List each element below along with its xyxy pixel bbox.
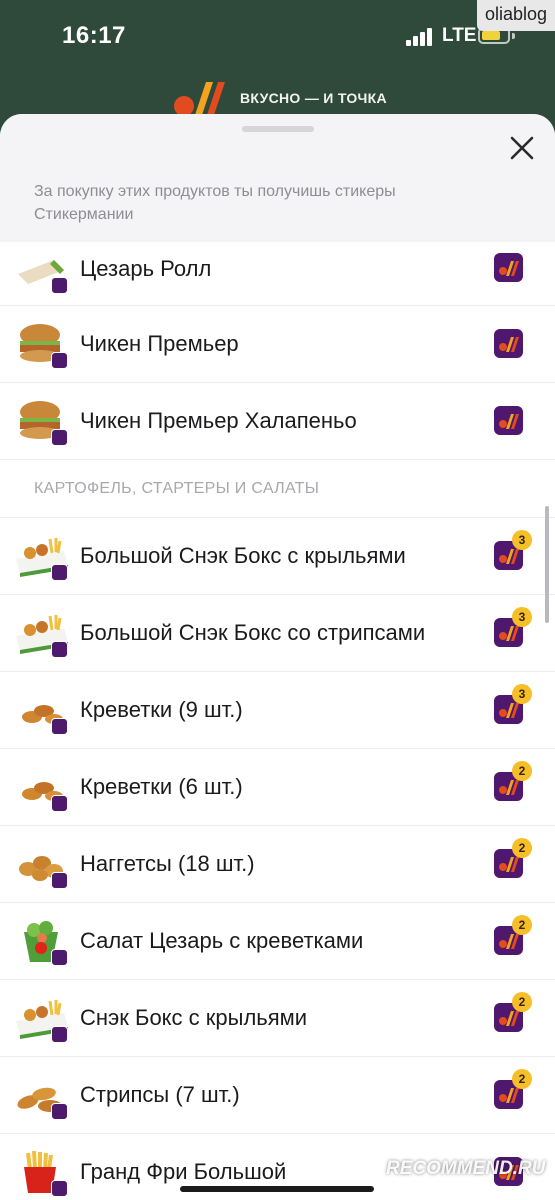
product-name: Цезарь Ролл	[80, 256, 212, 281]
home-indicator	[180, 1186, 374, 1192]
sticker-icon: 3	[494, 607, 532, 647]
network-type: LTE	[442, 25, 477, 46]
vkusno-logo-icon	[499, 337, 519, 352]
product-name: Гранд Фри Большой	[80, 1159, 287, 1184]
sheet-description: За покупку этих продуктов ты получишь ст…	[34, 183, 396, 223]
product-name: Наггетсы (18 шт.)	[80, 851, 255, 876]
product-row[interactable]: Креветки (9 шт.) 3	[0, 672, 555, 749]
brand-slogan: ВКУСНО — И ТОЧКА	[240, 90, 387, 106]
sticker-icon: 2	[494, 838, 532, 878]
status-bar: 16:17 LTE oliablog	[0, 0, 555, 70]
sticker-mini-icon	[51, 1026, 68, 1043]
product-row[interactable]: Стрипсы (7 шт.) 2	[0, 1057, 555, 1134]
sticker-count-badge: 2	[512, 1069, 532, 1089]
product-row[interactable]: Чикен Премьер Халапеньо	[0, 383, 555, 460]
product-row[interactable]: Цезарь Ролл	[0, 242, 555, 306]
sticker-icon: 3	[494, 530, 532, 570]
sticker-icon	[494, 406, 523, 435]
sticker-icon: 2	[494, 915, 532, 955]
product-name: Снэк Бокс с крыльями	[80, 1005, 308, 1030]
product-row[interactable]: Большой Снэк Бокс с крыльями 3	[0, 518, 555, 595]
product-name: Большой Снэк Бокс с крыльями	[80, 543, 406, 568]
product-image	[14, 1149, 70, 1197]
sticker-mini-icon	[51, 1103, 68, 1120]
sticker-icon: 2	[494, 761, 532, 801]
section-header: КАРТОФЕЛЬ, СТАРТЕРЫ И САЛАТЫ	[0, 460, 555, 518]
product-image	[14, 398, 70, 446]
product-name: Креветки (9 шт.)	[80, 697, 243, 722]
cellular-signal-icon	[406, 28, 436, 46]
product-name: Чикен Премьер Халапеньо	[80, 408, 357, 433]
product-name: Большой Снэк Бокс со стрипсами	[80, 620, 426, 645]
product-image	[14, 533, 70, 581]
product-image	[14, 764, 70, 812]
sticker-icon: 2	[494, 1069, 532, 1109]
product-image	[14, 918, 70, 966]
sticker-mini-icon	[51, 352, 68, 369]
sticker-mini-icon	[51, 641, 68, 658]
product-row[interactable]: Большой Снэк Бокс со стрипсами 3	[0, 595, 555, 672]
sticker-count-badge: 2	[512, 915, 532, 935]
product-row[interactable]: Креветки (6 шт.) 2	[0, 749, 555, 826]
sticker-count-badge: 3	[512, 607, 532, 627]
sticker-icon	[494, 329, 523, 358]
brand-header: ВКУСНО — И ТОЧКА	[0, 70, 555, 118]
product-row[interactable]: Чикен Премьер	[0, 306, 555, 383]
sheet-header: За покупку этих продуктов ты получишь ст…	[0, 114, 555, 242]
section-title: КАРТОФЕЛЬ, СТАРТЕРЫ И САЛАТЫ	[34, 480, 320, 497]
sticker-mini-icon	[51, 949, 68, 966]
product-image	[14, 610, 70, 658]
product-name: Чикен Премьер	[80, 331, 239, 356]
sticker-mini-icon	[51, 1180, 68, 1197]
product-image	[14, 841, 70, 889]
product-image	[14, 321, 70, 369]
product-name: Креветки (6 шт.)	[80, 774, 243, 799]
product-row[interactable]: Наггетсы (18 шт.) 2	[0, 826, 555, 903]
stickers-bottom-sheet: За покупку этих продуктов ты получишь ст…	[0, 114, 555, 1200]
product-image	[14, 687, 70, 735]
sticker-count-badge: 2	[512, 992, 532, 1012]
sticker-count-badge: 3	[512, 530, 532, 550]
sticker-count-badge: 2	[512, 761, 532, 781]
close-button[interactable]	[506, 132, 538, 164]
product-row[interactable]: Снэк Бокс с крыльями 2	[0, 980, 555, 1057]
sticker-mini-icon	[51, 718, 68, 735]
watermark-top: oliablog	[476, 0, 555, 31]
brand-logo-icon	[174, 82, 225, 118]
product-image	[14, 1072, 70, 1120]
sticker-mini-icon	[51, 564, 68, 581]
sticker-count-badge: 3	[512, 684, 532, 704]
sticker-icon	[494, 253, 523, 282]
vkusno-logo-icon	[499, 414, 519, 429]
product-row[interactable]: Салат Цезарь с креветками 2	[0, 903, 555, 980]
scrollbar[interactable]	[545, 506, 549, 623]
sheet-grabber[interactable]	[242, 126, 314, 132]
sticker-mini-icon	[51, 276, 68, 294]
sticker-icon: 2	[494, 992, 532, 1032]
product-list-top: Цезарь Ролл Чикен Премьер Чикен Премьер Ха…	[0, 242, 555, 460]
product-list-section: Большой Снэк Бокс с крыльями 3 Большой Снэ…	[0, 518, 555, 1200]
sticker-count-badge: 2	[512, 838, 532, 858]
product-image	[14, 995, 70, 1043]
product-image	[14, 246, 70, 294]
watermark-bottom: RECOMMEND.RU	[386, 1158, 546, 1179]
close-icon	[510, 136, 534, 160]
vkusno-logo-icon	[499, 261, 519, 276]
sticker-mini-icon	[51, 872, 68, 889]
clock: 16:17	[62, 22, 126, 49]
sticker-mini-icon	[51, 429, 68, 446]
product-name: Стрипсы (7 шт.)	[80, 1082, 240, 1107]
product-name: Салат Цезарь с креветками	[80, 928, 364, 953]
sticker-mini-icon	[51, 795, 68, 812]
watermark-logo-icon	[360, 1157, 382, 1179]
sticker-icon: 3	[494, 684, 532, 724]
